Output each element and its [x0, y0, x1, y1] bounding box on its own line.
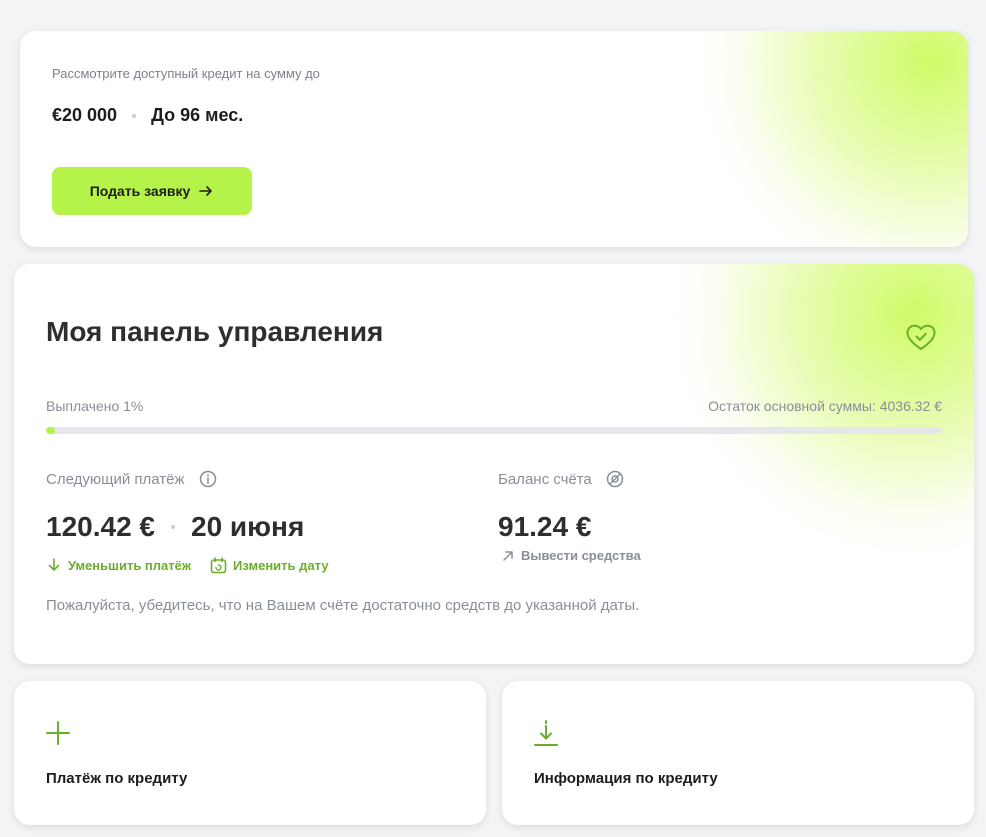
separator-dot — [132, 113, 137, 118]
offer-values: €20 000 До 96 мес. — [52, 105, 243, 126]
arrow-down-icon — [48, 558, 60, 571]
next-payment-label-row: Следующий платёж — [46, 470, 217, 488]
eye-off-icon[interactable] — [606, 470, 624, 488]
loan-payment-label: Платёж по кредиту — [46, 770, 188, 787]
arrow-right-icon — [199, 186, 213, 196]
loan-payment-tile[interactable]: Платёж по кредиту — [14, 681, 486, 825]
remaining-principal: Остаток основной суммы: 4036.32 € — [708, 398, 942, 414]
calendar-icon — [210, 557, 227, 574]
next-payment-label: Следующий платёж — [46, 470, 185, 488]
reduce-payment-label: Уменьшить платёж — [68, 557, 192, 573]
offer-term: До 96 мес. — [151, 105, 244, 125]
change-date-label: Изменить дату — [233, 558, 329, 573]
balance-label: Баланс счёта — [498, 470, 592, 488]
decorative-glow — [700, 31, 968, 247]
page-title: Моя панель управления — [46, 316, 384, 347]
loan-info-label: Информация по кредиту — [534, 770, 718, 787]
balance-label-row: Баланс счёта — [498, 470, 624, 488]
offer-subtitle: Рассмотрите доступный кредит на сумму до — [52, 66, 320, 81]
next-payment-amount: 120.42 € — [46, 511, 155, 542]
plus-icon — [46, 721, 70, 745]
separator-dot — [171, 525, 175, 529]
balance-note: Пожалуйста, убедитесь, что на Вашем счёт… — [46, 597, 640, 614]
repayment-progress-fill — [46, 427, 55, 434]
next-payment-values: 120.42 € 20 июня — [46, 511, 304, 543]
credit-offer-card: Рассмотрите доступный кредит на сумму до… — [20, 31, 968, 247]
balance-amount: 91.24 € — [498, 511, 592, 542]
heart-check-icon[interactable] — [904, 320, 938, 354]
next-payment-date: 20 июня — [191, 511, 305, 542]
apply-button[interactable]: Подать заявку — [52, 167, 252, 215]
paid-percent: Выплачено 1% — [46, 398, 144, 414]
repayment-progress-bar — [46, 427, 942, 434]
reduce-payment-link[interactable]: Уменьшить платёж — [46, 557, 191, 573]
download-icon — [534, 720, 558, 746]
apply-button-label: Подать заявку — [89, 183, 191, 199]
loan-info-tile[interactable]: Информация по кредиту — [502, 681, 974, 825]
info-icon[interactable] — [199, 470, 217, 488]
withdraw-label: Вывести средства — [521, 548, 641, 563]
offer-amount: €20 000 — [52, 105, 118, 125]
arrow-up-right-icon — [503, 550, 513, 561]
withdraw-link[interactable]: Вывести средства — [501, 548, 641, 563]
change-date-link[interactable]: Изменить дату — [210, 557, 329, 574]
dashboard-card: Моя панель управления Выплачено 1% Остат… — [14, 264, 974, 664]
